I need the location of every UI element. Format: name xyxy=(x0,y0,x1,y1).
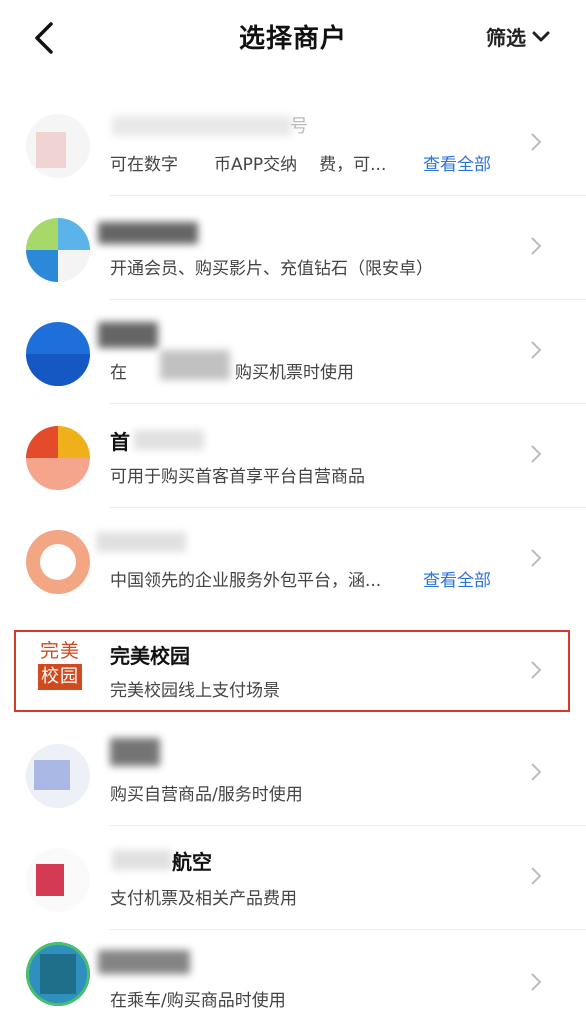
blurred-name xyxy=(98,950,190,974)
merchant-desc: 中国领先的企业服务外包平台，涵... xyxy=(110,571,382,591)
view-all-link[interactable]: 查看全部 xyxy=(423,566,491,591)
chevron-right-icon xyxy=(531,133,542,151)
merchant-desc: 开通会员、购买影片、充值钻石（限安卓） xyxy=(110,259,433,279)
merchant-item-selected[interactable]: 完美校园 完美校园线上支付场景 xyxy=(0,620,586,724)
chevron-right-icon xyxy=(531,237,542,255)
merchant-logo xyxy=(26,218,90,282)
merchant-item[interactable]: 号 可在数字 币APP交纳 费，可... 查看全部 xyxy=(0,92,586,196)
merchant-item[interactable]: 航空 支付机票及相关产品费用 xyxy=(0,826,586,930)
chevron-right-icon xyxy=(531,549,542,567)
merchant-desc: 购买自营商品/服务时使用 xyxy=(110,785,303,805)
chevron-down-icon xyxy=(532,31,550,41)
merchant-logo xyxy=(26,744,90,808)
chevron-right-icon xyxy=(531,341,542,359)
filter-label: 筛选 xyxy=(486,26,526,50)
merchant-desc: 完美校园线上支付场景 xyxy=(110,681,280,701)
merchant-item[interactable]: 中国领先的企业服务外包平台，涵... 查看全部 xyxy=(0,508,586,612)
merchant-item[interactable]: 开通会员、购买影片、充值钻石（限安卓） xyxy=(0,196,586,300)
header-bar: 选择商户 筛选 xyxy=(0,0,586,78)
merchant-logo xyxy=(26,942,90,1006)
merchant-name: 完美校园 xyxy=(110,644,190,668)
blurred-name xyxy=(110,738,160,766)
blurred-name xyxy=(98,322,158,348)
merchant-logo xyxy=(26,426,90,490)
merchant-desc: 支付机票及相关产品费用 xyxy=(110,889,297,909)
merchant-desc: 可用于购买首客首享平台自营商品 xyxy=(110,467,365,487)
merchant-item[interactable]: 在乘车/购买商品时使用 xyxy=(0,920,586,1024)
blurred-name xyxy=(112,116,292,136)
merchant-logo xyxy=(26,530,90,594)
merchant-item[interactable]: 首 可用于购买首客首享平台自营商品 xyxy=(0,404,586,508)
merchant-item[interactable]: 购买自营商品/服务时使用 xyxy=(0,722,586,826)
chevron-right-icon xyxy=(531,973,542,991)
chevron-right-icon xyxy=(531,661,542,679)
merchant-desc: 在购买机票时使用 xyxy=(110,363,354,383)
merchant-item[interactable]: 在购买机票时使用 xyxy=(0,300,586,404)
merchant-logo xyxy=(26,322,90,386)
view-all-link[interactable]: 查看全部 xyxy=(423,150,491,175)
filter-button[interactable]: 筛选 xyxy=(486,22,550,51)
blurred-name xyxy=(98,222,198,244)
merchant-desc: 可在数字 币APP交纳 费，可... xyxy=(110,155,387,175)
chevron-right-icon xyxy=(531,763,542,781)
chevron-right-icon xyxy=(531,867,542,885)
merchant-name: 号 xyxy=(290,116,308,137)
merchant-name: 首 xyxy=(110,430,130,454)
merchant-logo xyxy=(26,848,90,912)
chevron-right-icon xyxy=(531,445,542,463)
merchant-name: 航空 xyxy=(172,850,212,874)
merchant-logo xyxy=(26,114,90,178)
blurred-name xyxy=(134,430,204,450)
blurred-name xyxy=(96,532,186,552)
blurred-name xyxy=(112,850,172,870)
merchant-desc: 在乘车/购买商品时使用 xyxy=(110,991,286,1011)
